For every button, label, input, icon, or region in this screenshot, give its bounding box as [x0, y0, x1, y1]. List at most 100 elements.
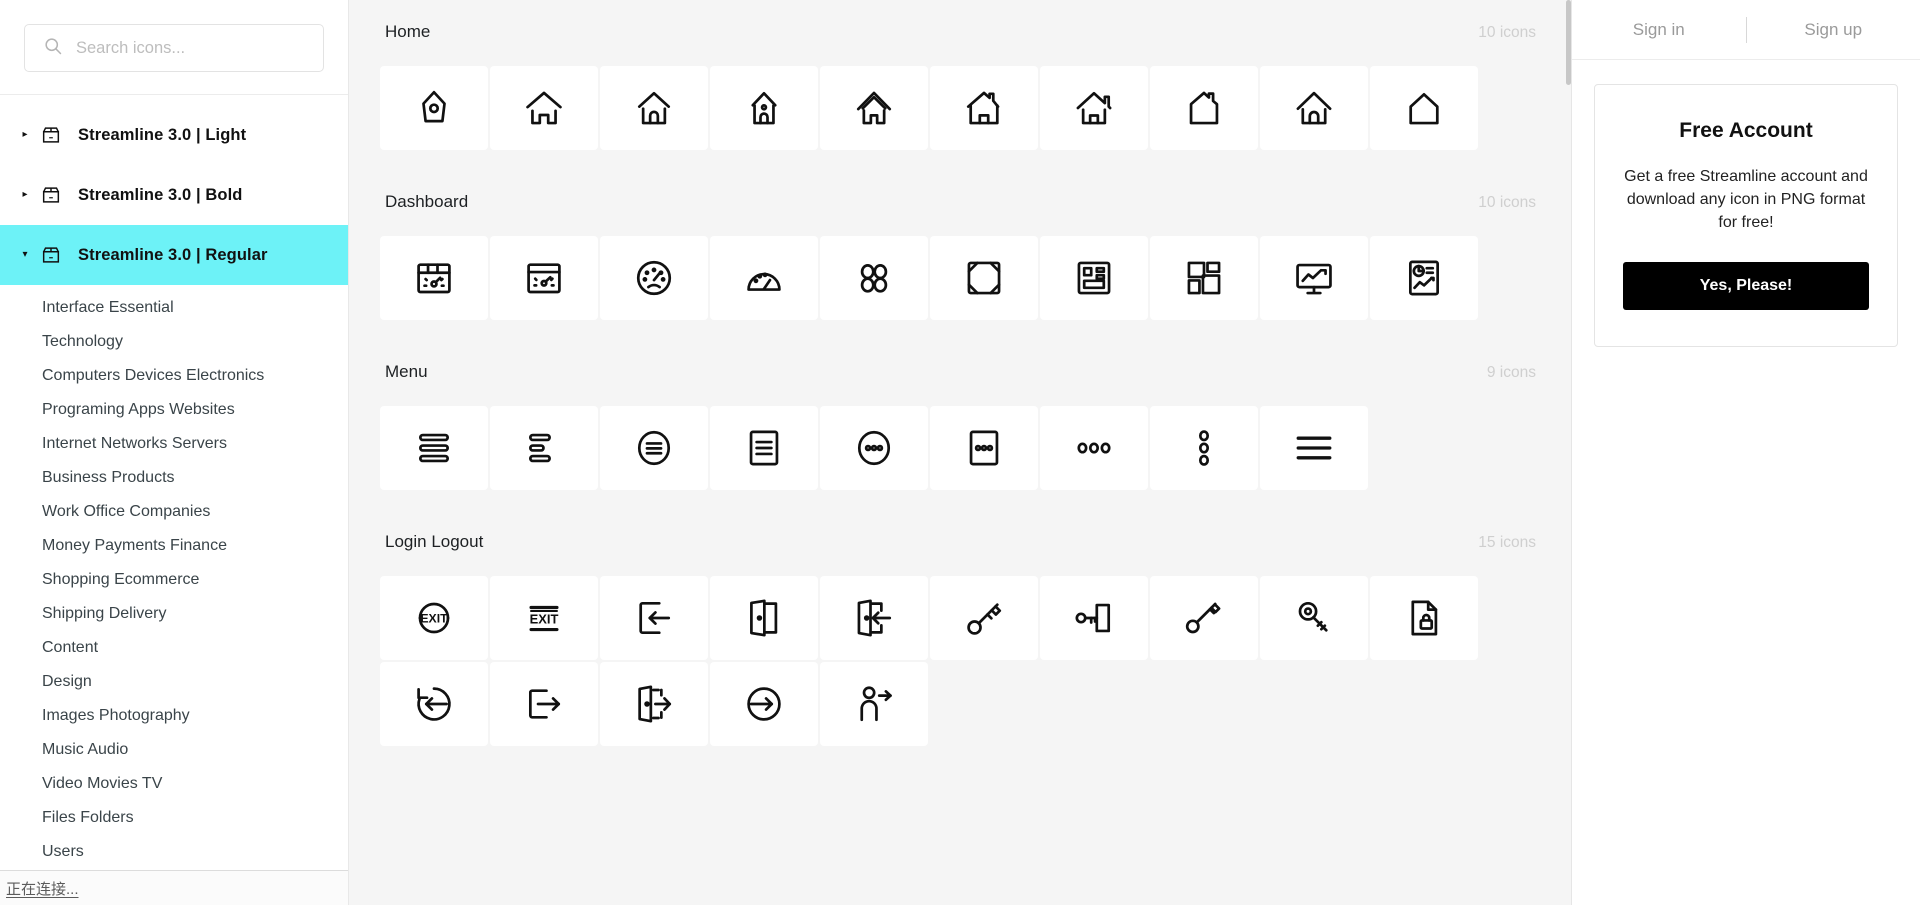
- sidebar-category-item[interactable]: Files Folders: [0, 801, 348, 835]
- section-header: Dashboard 10 icons: [379, 192, 1542, 222]
- sidebar-pack-regular[interactable]: ▾ Streamline 3.0 | Regular: [0, 225, 348, 285]
- sidebar-category-item[interactable]: Money Payments Finance: [0, 529, 348, 563]
- icon-tile[interactable]: [1150, 236, 1258, 320]
- search-icon: [43, 36, 63, 61]
- icon-tile[interactable]: [930, 576, 1038, 660]
- icon-tile[interactable]: [1260, 406, 1368, 490]
- icon-tile[interactable]: [820, 406, 928, 490]
- icon-tile[interactable]: [710, 576, 818, 660]
- icon-tile[interactable]: [600, 406, 708, 490]
- house-icon: [523, 87, 565, 129]
- icon-tile[interactable]: [710, 236, 818, 320]
- icon-tile[interactable]: [600, 66, 708, 150]
- tab-sign-in[interactable]: Sign in: [1572, 0, 1746, 60]
- section-title: Dashboard: [385, 192, 469, 211]
- sidebar-category-item[interactable]: Users: [0, 835, 348, 869]
- sidebar-category-item[interactable]: Images Photography: [0, 699, 348, 733]
- house-outline-icon: [1183, 87, 1225, 129]
- icon-tile[interactable]: [1150, 66, 1258, 150]
- sidebar-category-item[interactable]: Internet Networks Servers: [0, 427, 348, 461]
- sidebar-category-item[interactable]: Video Movies TV: [0, 767, 348, 801]
- icon-tile[interactable]: [1150, 406, 1258, 490]
- icon-tile[interactable]: [490, 236, 598, 320]
- sidebar-category-item[interactable]: Content: [0, 631, 348, 665]
- menu-dots-square-icon: [963, 427, 1005, 469]
- menu-dots-vertical-icon: [1183, 427, 1225, 469]
- sidebar-category-item[interactable]: Shopping Ecommerce: [0, 563, 348, 597]
- menu-dots-circle-icon: [853, 427, 895, 469]
- section-icon-count: 10 icons: [1478, 194, 1536, 211]
- tab-sign-up[interactable]: Sign up: [1747, 0, 1920, 60]
- key-alt-icon: [1183, 597, 1225, 639]
- icon-tile[interactable]: [600, 662, 708, 746]
- icon-tile[interactable]: [710, 662, 818, 746]
- key-icon: [963, 597, 1005, 639]
- menu-document-icon: [743, 427, 785, 469]
- icon-tile[interactable]: [820, 66, 928, 150]
- icon-tile[interactable]: [490, 406, 598, 490]
- sidebar-pack-light[interactable]: ▸ Streamline 3.0 | Light: [0, 105, 348, 165]
- icon-tile[interactable]: EXIT: [490, 576, 598, 660]
- icon-tile[interactable]: [600, 576, 708, 660]
- sidebar-category-item[interactable]: Shipping Delivery: [0, 597, 348, 631]
- icon-tile[interactable]: [380, 406, 488, 490]
- icon-tile[interactable]: [1260, 66, 1368, 150]
- icon-grid: EXIT EXIT: [379, 576, 1542, 748]
- icon-tile[interactable]: [380, 662, 488, 746]
- icon-tile[interactable]: [1040, 66, 1148, 150]
- dashboard-window-icon: [523, 257, 565, 299]
- sidebar-category-item[interactable]: Work Office Companies: [0, 495, 348, 529]
- icon-tile[interactable]: [600, 236, 708, 320]
- dashboard-layout-icon: [1183, 257, 1225, 299]
- chevron-down-icon[interactable]: ▾: [14, 250, 36, 260]
- door-arrow-out-icon: [633, 683, 675, 725]
- search-input[interactable]: [76, 38, 305, 58]
- house-door-icon: [633, 87, 675, 129]
- sidebar-category-item[interactable]: Business Products: [0, 461, 348, 495]
- scrollbar-thumb[interactable]: [1566, 0, 1571, 85]
- sidebar-pack-bold[interactable]: ▸ Streamline 3.0 | Bold: [0, 165, 348, 225]
- icon-tile[interactable]: [710, 406, 818, 490]
- icon-tile[interactable]: [380, 236, 488, 320]
- svg-text:EXIT: EXIT: [420, 612, 448, 626]
- search-box[interactable]: [24, 24, 324, 72]
- gauge-circle-icon: [633, 257, 675, 299]
- icon-tile[interactable]: [490, 66, 598, 150]
- icon-tile[interactable]: [930, 236, 1038, 320]
- door-exit-arrow-icon: [853, 597, 895, 639]
- icon-grid: [379, 406, 1542, 492]
- sidebar-category-item[interactable]: Music Audio: [0, 733, 348, 767]
- icon-tile[interactable]: [820, 576, 928, 660]
- chevron-right-icon[interactable]: ▸: [14, 190, 36, 200]
- status-text: 正在连接...: [6, 880, 79, 898]
- icon-tile[interactable]: [1040, 236, 1148, 320]
- icon-tile[interactable]: [820, 236, 928, 320]
- icon-tile[interactable]: [930, 406, 1038, 490]
- sidebar-category-item[interactable]: Interface Essential: [0, 291, 348, 325]
- chevron-right-icon[interactable]: ▸: [14, 130, 36, 140]
- icon-tile[interactable]: [710, 66, 818, 150]
- icon-tile[interactable]: [1370, 236, 1478, 320]
- icon-tile[interactable]: [1150, 576, 1258, 660]
- sidebar-category-item[interactable]: Design: [0, 665, 348, 699]
- icon-tile[interactable]: [1040, 406, 1148, 490]
- icon-tile[interactable]: [1040, 576, 1148, 660]
- sidebar-category-item[interactable]: Computers Devices Electronics: [0, 359, 348, 393]
- icon-tile[interactable]: [820, 662, 928, 746]
- icon-tile[interactable]: [1370, 576, 1478, 660]
- scrollbar-track[interactable]: [1566, 0, 1572, 905]
- icon-tile[interactable]: [1260, 236, 1368, 320]
- icon-tile[interactable]: [490, 662, 598, 746]
- icon-tile[interactable]: [1260, 576, 1368, 660]
- login-arrow-in-icon: [633, 597, 675, 639]
- section-icon-count: 9 icons: [1486, 364, 1536, 381]
- icon-tile[interactable]: EXIT: [380, 576, 488, 660]
- icon-tile[interactable]: [930, 66, 1038, 150]
- sidebar-category-item[interactable]: Technology: [0, 325, 348, 359]
- icon-tile[interactable]: [380, 66, 488, 150]
- icon-tile[interactable]: [1370, 66, 1478, 150]
- sidebar-category-item[interactable]: Programing Apps Websites: [0, 393, 348, 427]
- yes-please-button[interactable]: Yes, Please!: [1623, 262, 1869, 310]
